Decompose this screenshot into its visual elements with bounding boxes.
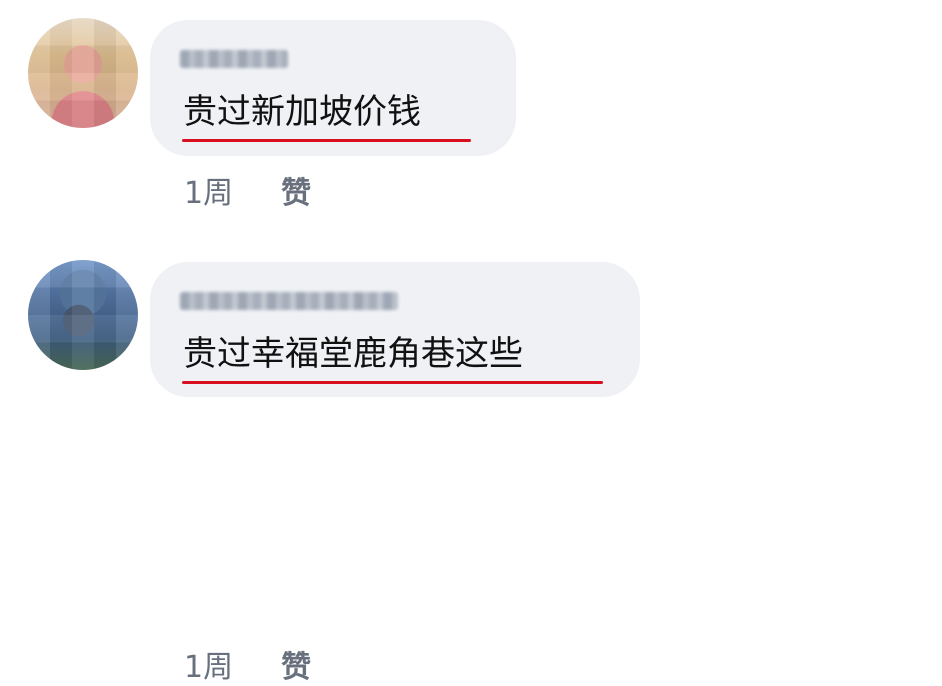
like-button[interactable]: 赞 — [281, 642, 311, 686]
comment-bubble: 贵过幸福堂鹿角巷这些 — [150, 262, 640, 397]
comment-meta: 1周 赞 — [184, 642, 311, 686]
comment-bubble: 贵过新加坡价钱 — [150, 20, 516, 156]
like-button[interactable]: 赞 — [281, 168, 311, 212]
red-underline — [182, 381, 603, 384]
author-name-blurred — [180, 50, 288, 68]
author-name-blurred — [180, 292, 398, 310]
comment-time: 1周 — [184, 176, 234, 211]
comment-text: 贵过新加坡价钱 — [183, 92, 421, 132]
avatar[interactable] — [28, 260, 138, 370]
red-underline — [182, 139, 471, 142]
comment-meta: 1周 赞 — [184, 168, 311, 212]
avatar[interactable] — [28, 18, 138, 128]
comment-text: 贵过幸福堂鹿角巷这些 — [183, 334, 523, 374]
comment-time: 1周 — [184, 650, 234, 685]
